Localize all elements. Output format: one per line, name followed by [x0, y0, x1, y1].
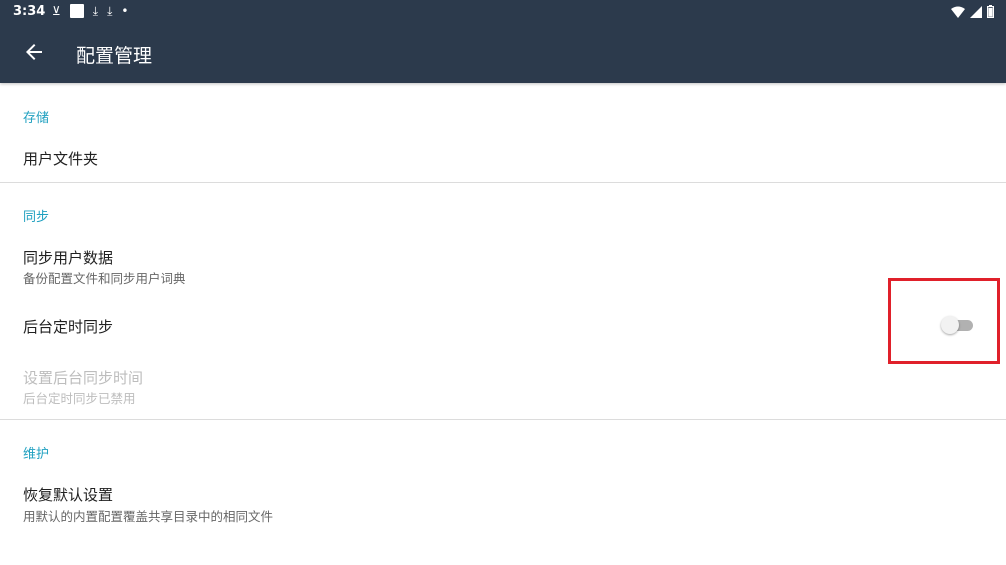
signal-icon: [970, 5, 982, 18]
status-icons-left: ⊻ ⤓ ⤓ •: [52, 4, 129, 18]
pref-restore-defaults[interactable]: 恢复默认设置: [23, 484, 113, 505]
pref-restore-defaults-summary: 用默认的内置配置覆盖共享目录中的相同文件: [23, 509, 274, 524]
pref-sync-user-data[interactable]: 同步用户数据: [23, 247, 113, 268]
divider: [0, 182, 1006, 183]
pref-sync-time-summary: 后台定时同步已禁用: [23, 391, 136, 406]
arrow-back-icon[interactable]: [22, 40, 46, 64]
square-notification-icon: [69, 4, 84, 18]
section-header-maintenance: 维护: [23, 447, 50, 462]
pref-sync-user-data-summary: 备份配置文件和同步用户词典: [23, 271, 186, 286]
download-icon: ⤓: [92, 4, 99, 18]
app-bar: 3:34 ⊻ ⤓ ⤓ • 配置管理: [0, 0, 1006, 83]
highlight-box: [888, 278, 1000, 364]
status-bar: 3:34 ⊻ ⤓ ⤓ •: [0, 0, 1006, 24]
section-header-sync: 同步: [23, 210, 50, 225]
pref-sync-time: 设置后台同步时间: [23, 369, 144, 387]
page-title: 配置管理: [76, 45, 153, 67]
battery-icon: [987, 5, 994, 18]
sim-icon: ⊻: [52, 4, 61, 18]
status-icons-right: [951, 5, 994, 18]
divider: [0, 419, 1006, 420]
dot-icon: •: [121, 4, 129, 18]
status-time: 3:34: [13, 4, 46, 19]
pref-background-sync[interactable]: 后台定时同步: [23, 316, 113, 337]
download-icon: ⤓: [107, 4, 113, 18]
section-header-storage: 存储: [23, 111, 50, 126]
wifi-icon: [951, 6, 965, 18]
pref-user-folder[interactable]: 用户文件夹: [23, 148, 98, 169]
